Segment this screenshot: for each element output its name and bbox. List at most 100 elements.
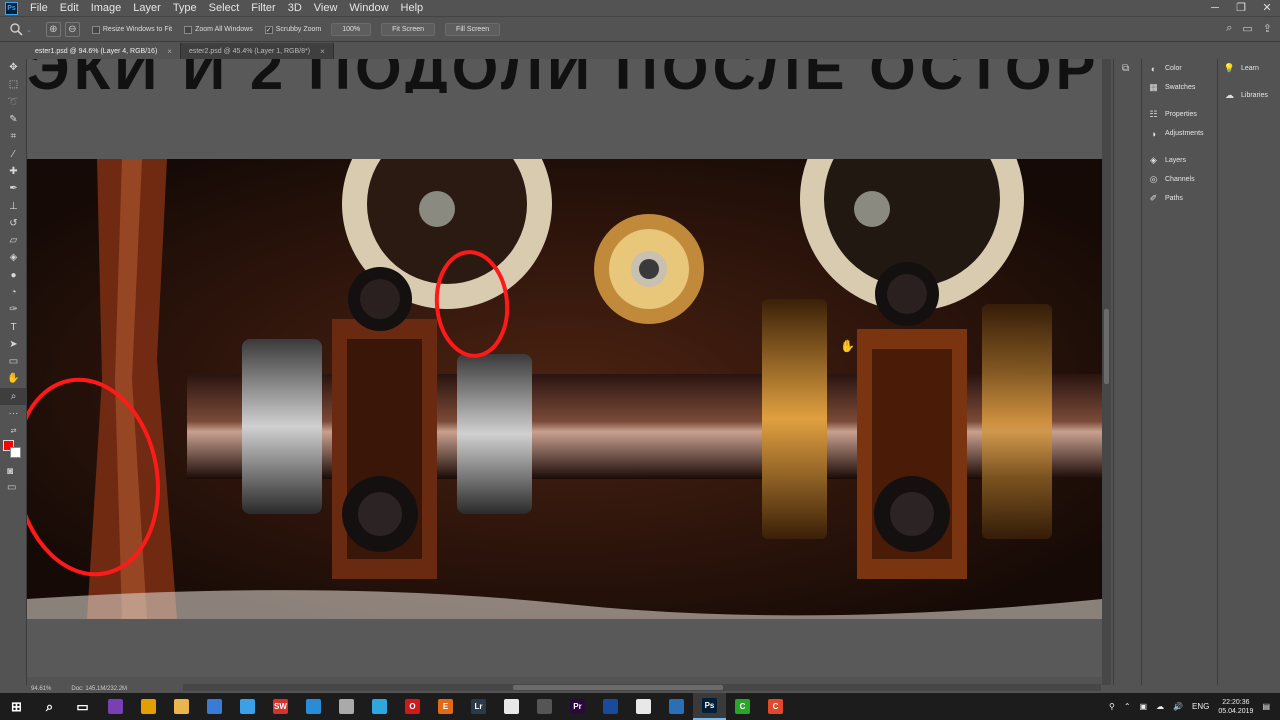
lasso-tool-icon[interactable]: ➰ — [0, 94, 27, 111]
zoom-tool-icon[interactable]: ⌕ — [0, 387, 27, 405]
panel-adjustments[interactable]: ◑ Adjustments — [1142, 124, 1217, 143]
menu-view[interactable]: View — [308, 0, 344, 17]
marquee-tool-icon[interactable]: ⬚ — [0, 76, 27, 93]
network-icon[interactable]: ▣ — [1140, 702, 1148, 711]
move-tool-icon[interactable]: ✥ — [0, 59, 27, 76]
panel-layers[interactable]: ◈ Layers — [1142, 151, 1217, 170]
document-icon[interactable] — [495, 693, 528, 720]
checkbox-checked-icon[interactable]: ✓ — [264, 25, 273, 34]
photoshop-logo-icon[interactable]: Ps — [5, 1, 18, 15]
volume-icon[interactable]: 🔊 — [1173, 702, 1183, 711]
menu-help[interactable]: Help — [395, 0, 430, 17]
checkbox-box[interactable] — [184, 25, 193, 34]
store-icon[interactable] — [297, 693, 330, 720]
app-x-icon[interactable] — [660, 693, 693, 720]
zoom-out-icon[interactable]: ⊖ — [64, 22, 80, 37]
telegram-icon[interactable] — [363, 693, 396, 720]
notifications-icon[interactable]: ▤ — [1262, 702, 1270, 711]
search-icon[interactable]: ⌕ — [1226, 22, 1232, 35]
chrome-icon[interactable] — [132, 693, 165, 720]
zoom-tool-icon[interactable] — [8, 22, 24, 38]
scroll-thumb[interactable] — [513, 685, 723, 690]
more-tools-icon[interactable]: ··· — [0, 405, 27, 422]
type-tool-icon[interactable]: T — [0, 318, 27, 335]
vertical-scrollbar[interactable] — [1102, 59, 1111, 685]
panel-properties[interactable]: ☷ Properties — [1142, 105, 1217, 124]
history-brush-tool-icon[interactable]: ↺ — [0, 215, 27, 232]
fit-screen-button[interactable]: Fit Screen — [381, 23, 436, 36]
document2-icon[interactable] — [627, 693, 660, 720]
close-tab-icon[interactable]: × — [167, 47, 172, 56]
menu-select[interactable]: Select — [203, 0, 246, 17]
path-select-tool-icon[interactable]: ➤ — [0, 336, 27, 353]
clock[interactable]: 22:20:36 05.04.2019 — [1218, 698, 1253, 716]
background-color-swatch[interactable] — [10, 447, 21, 458]
minimize-icon[interactable]: ─ — [1202, 0, 1228, 17]
tab-ester2[interactable]: ester2.psd @ 45.4% (Layer 1, RGB/8*) × — [180, 43, 334, 59]
eraser-tool-icon[interactable]: ▱ — [0, 232, 27, 249]
swap-colors-icon[interactable]: ⇄ — [0, 422, 27, 439]
menu-layer[interactable]: Layer — [127, 0, 167, 17]
panel-channels[interactable]: ◎ Channels — [1142, 170, 1217, 189]
menu-edit[interactable]: Edit — [54, 0, 85, 17]
crop-tool-icon[interactable]: ⌗ — [0, 128, 27, 145]
app-cloud-icon[interactable] — [330, 693, 363, 720]
fill-screen-button[interactable]: Fill Screen — [445, 23, 501, 36]
pen-tool-icon[interactable]: ✑ — [0, 301, 27, 318]
search-icon[interactable]: ⌕ — [33, 693, 66, 720]
lightroom-icon[interactable]: Lr — [462, 693, 495, 720]
panel-libraries[interactable]: ☁ Libraries — [1218, 86, 1280, 105]
menu-image[interactable]: Image — [85, 0, 128, 17]
panel-color[interactable]: ◐ Color — [1142, 59, 1217, 78]
scroll-thumb[interactable] — [1104, 309, 1109, 384]
clone-stamp-tool-icon[interactable]: ⊥ — [0, 197, 27, 214]
document-canvas[interactable]: ЭКИ И 2 ПОДОЛИ ПОСЛЕ ОСТОР ✋ — [27, 59, 1102, 677]
scrubby-zoom-checkbox[interactable]: ✓ Scrubby Zoom — [264, 25, 321, 34]
app-e-icon[interactable]: E — [429, 693, 462, 720]
explorer-icon[interactable] — [165, 693, 198, 720]
brush-tool-icon[interactable]: ✒ — [0, 180, 27, 197]
task-view-icon[interactable]: ▭ — [66, 693, 99, 720]
menu-window[interactable]: Window — [343, 0, 394, 17]
tab-ester1[interactable]: ester1.psd @ 94.6% (Layer 4, RGB/16) × — [27, 43, 181, 59]
language-indicator[interactable]: ENG — [1192, 702, 1209, 711]
edge-icon[interactable] — [231, 693, 264, 720]
restore-icon[interactable]: ❐ — [1228, 0, 1254, 17]
person-icon[interactable]: ⚲ — [1109, 702, 1115, 711]
cloud-icon[interactable]: ☁ — [1156, 702, 1164, 711]
zoom-100-button[interactable]: 100% — [331, 23, 372, 36]
resize-windows-checkbox[interactable]: Resize Windows to Fit — [91, 25, 172, 34]
panel-learn[interactable]: 💡 Learn — [1218, 59, 1280, 78]
history-panel-icon[interactable]: ⧉ — [1122, 63, 1140, 74]
save-icon[interactable] — [198, 693, 231, 720]
healing-brush-tool-icon[interactable]: ✚ — [0, 163, 27, 180]
quick-select-tool-icon[interactable]: ✎ — [0, 111, 27, 128]
tray-chevron-icon[interactable]: ⌃ — [1124, 702, 1131, 711]
quick-mask-icon[interactable]: ◙ — [7, 466, 13, 477]
paint-bucket-tool-icon[interactable]: ◈ — [0, 249, 27, 266]
rectangle-tool-icon[interactable]: ▭ — [0, 353, 27, 370]
share-icon[interactable]: ⇪ — [1263, 22, 1272, 35]
photoshop-icon[interactable]: Ps — [693, 693, 726, 720]
hand-tool-icon[interactable]: ✋ — [0, 370, 27, 387]
menu-file[interactable]: File — [24, 0, 54, 17]
app-blocks-icon[interactable] — [99, 693, 132, 720]
zoom-all-windows-checkbox[interactable]: Zoom All Windows — [184, 25, 253, 34]
camtasia-icon[interactable]: C — [726, 693, 759, 720]
app-screen-icon[interactable] — [594, 693, 627, 720]
workspace-icon[interactable]: ▭ — [1242, 22, 1252, 35]
zoom-in-icon[interactable]: ⊕ — [45, 22, 61, 37]
checkbox-box[interactable] — [91, 25, 100, 34]
app-c-icon[interactable]: C — [759, 693, 792, 720]
blur-tool-icon[interactable]: ● — [0, 267, 27, 284]
menu-type[interactable]: Type — [167, 0, 203, 17]
tool-preset-chevron-icon[interactable]: ⌄ — [26, 26, 32, 34]
close-tab-icon[interactable]: × — [320, 47, 325, 56]
close-icon[interactable]: ✕ — [1254, 0, 1280, 17]
menu-filter[interactable]: Filter — [245, 0, 281, 17]
screen-mode-icon[interactable]: ▭ — [7, 482, 16, 493]
dodge-tool-icon[interactable]: ◔ — [0, 284, 27, 301]
horizontal-scrollbar[interactable] — [183, 684, 1101, 691]
panel-paths[interactable]: ✐ Paths — [1142, 189, 1217, 208]
eyedropper-tool-icon[interactable]: ⁄ — [0, 145, 27, 162]
